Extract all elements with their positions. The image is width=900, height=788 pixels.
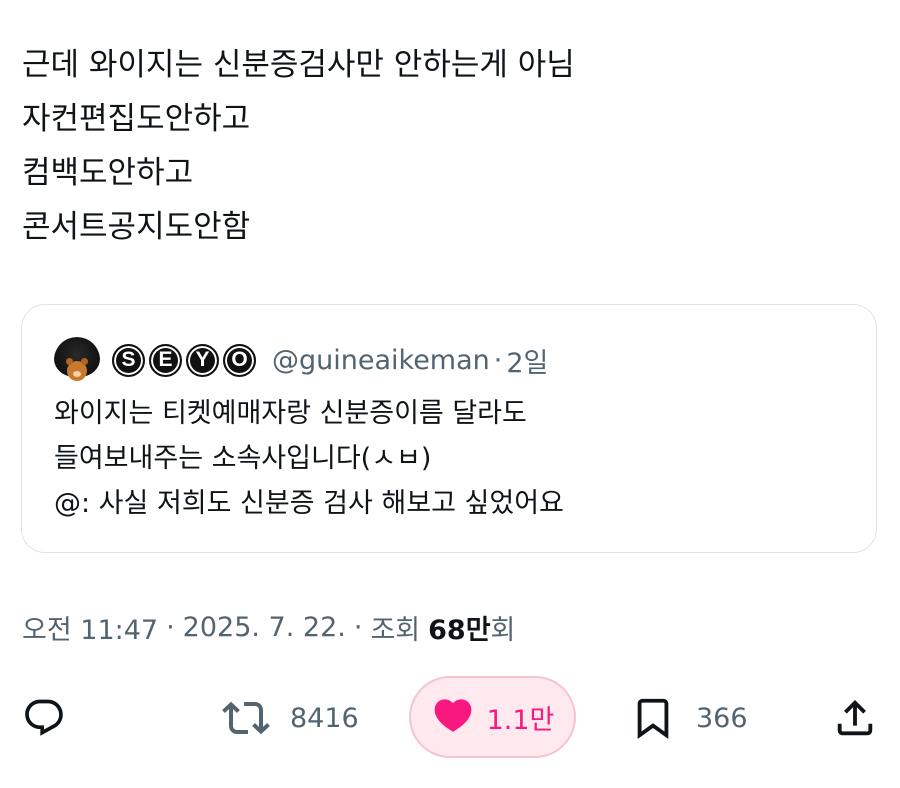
like-count: 1.1만 xyxy=(486,704,555,736)
quoted-tweet-card[interactable]: S E Y O @guineaikeman · 2일 와이지는 티켓예매자랑 신… xyxy=(21,304,877,553)
quoted-tweet-line: 와이지는 티켓예매자랑 신분증이름 달라도 xyxy=(54,398,527,429)
quoted-tweet-header: S E Y O @guineaikeman · 2일 xyxy=(54,335,548,385)
tweet-text-line: 컴백도안하고 xyxy=(22,155,194,191)
retweet-count: 8416 xyxy=(290,702,359,734)
like-button[interactable]: 1.1만 xyxy=(409,676,576,758)
retweet-button[interactable]: 8416 xyxy=(222,676,359,760)
bear-emoji-icon xyxy=(66,358,88,381)
bookmark-button[interactable]: 366 xyxy=(630,676,748,760)
display-name-letter: E xyxy=(149,343,182,377)
tweet-text: 근데 와이지는 신분증검사만 안하는게 아님 자컨편집도안하고 컴백도안하고 콘… xyxy=(22,38,882,254)
heart-icon xyxy=(431,693,475,741)
quoted-tweet-text: 와이지는 티켓예매자랑 신분증이름 달라도 들여보내주는 소속사입니다(ㅅㅂ) … xyxy=(54,391,564,526)
display-name-letter: Y xyxy=(186,343,219,377)
tweet-meta: 오전 11:47 · 2025. 7. 22. · 조회 68만 회 xyxy=(22,608,515,647)
reply-button[interactable] xyxy=(22,676,66,760)
views-count: 68만 xyxy=(428,615,491,646)
user-handle[interactable]: @guineaikeman xyxy=(272,345,490,376)
bookmark-icon xyxy=(630,695,676,741)
views-unit: 회 xyxy=(490,615,516,646)
share-button[interactable] xyxy=(832,676,878,760)
tweet-date[interactable]: 2025. 7. 22. xyxy=(183,612,346,643)
views-label: 조회 xyxy=(370,615,421,646)
share-icon xyxy=(832,695,878,741)
bookmark-count: 366 xyxy=(696,702,748,734)
action-bar: 8416 1.1만 366 xyxy=(0,676,900,760)
display-name-letter: O xyxy=(223,343,256,377)
handle-separator: · xyxy=(493,344,503,376)
retweet-icon xyxy=(222,694,270,742)
tweet-text-line: 자컨편집도안하고 xyxy=(22,101,251,137)
meta-separator: · xyxy=(353,612,363,643)
tweet-time[interactable]: 오전 11:47 xyxy=(22,608,158,647)
quoted-tweet-time[interactable]: 2일 xyxy=(506,341,548,380)
meta-separator: · xyxy=(166,612,175,643)
display-name[interactable]: S E Y O xyxy=(112,343,260,377)
tweet-text-line: 근데 와이지는 신분증검사만 안하는게 아님 xyxy=(22,47,575,83)
tweet-text-line: 콘서트공지도안함 xyxy=(22,209,251,245)
reply-icon xyxy=(22,696,66,740)
quoted-tweet-line: 들여보내주는 소속사입니다(ㅅㅂ) xyxy=(54,443,432,474)
display-name-letter: S xyxy=(112,343,145,377)
quoted-tweet-line: @: 사실 저희도 신분증 검사 해보고 싶었어요 xyxy=(54,488,564,519)
avatar[interactable] xyxy=(54,337,100,383)
